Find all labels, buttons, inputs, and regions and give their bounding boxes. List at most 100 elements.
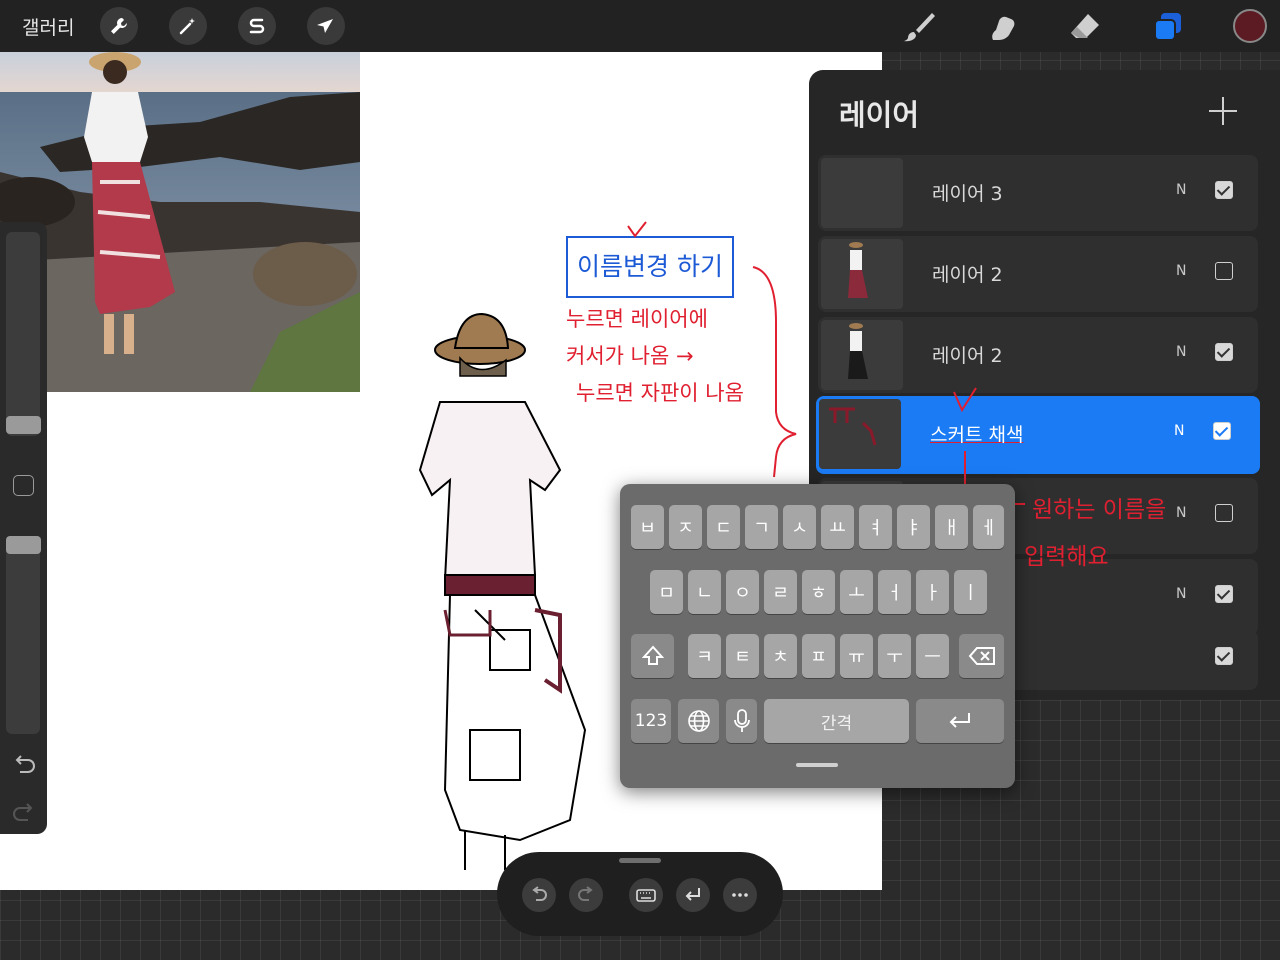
layers-title: 레이어	[839, 98, 920, 132]
key[interactable]: ㅏ	[916, 570, 949, 614]
redo-icon[interactable]	[12, 802, 36, 824]
key[interactable]: ㄷ	[707, 505, 740, 549]
keyboard-icon	[636, 889, 656, 902]
space-key[interactable]: 간격	[764, 699, 909, 743]
blend-mode-button[interactable]: N	[1174, 423, 1184, 439]
top-toolbar: 갤러리	[0, 0, 1280, 52]
selection-s-icon[interactable]	[238, 7, 276, 45]
brush-size-slider[interactable]	[6, 232, 40, 436]
key[interactable]: ㅛ	[821, 505, 854, 549]
left-sidebar	[0, 222, 47, 834]
redo-button[interactable]	[569, 878, 603, 912]
key[interactable]: ㅌ	[726, 634, 759, 678]
layer-visibility-checkbox[interactable]	[1215, 585, 1233, 603]
keyboard-toggle-button[interactable]	[629, 878, 663, 912]
layer-visibility-checkbox[interactable]	[1215, 343, 1233, 361]
layers-icon[interactable]	[1151, 10, 1185, 44]
annotation-line: 누르면 레이어에	[566, 307, 708, 331]
backspace-icon	[968, 647, 995, 665]
toolbar-grip[interactable]	[619, 858, 661, 863]
layer-thumbnail	[821, 158, 903, 228]
key[interactable]: ㅊ	[764, 634, 797, 678]
opacity-slider[interactable]	[6, 536, 40, 734]
key[interactable]: ㄱ	[745, 505, 778, 549]
layer-row[interactable]: 레이어 3 N	[818, 155, 1258, 231]
transform-arrow-icon[interactable]	[307, 7, 345, 45]
annotation-line: 누르면 자판이 나옴	[576, 381, 744, 405]
key[interactable]: ㅡ	[916, 634, 949, 678]
layer-name[interactable]: 레이어 2	[932, 260, 1003, 287]
shift-icon	[641, 645, 664, 665]
undo-icon[interactable]	[12, 754, 36, 776]
undo-icon	[532, 886, 547, 901]
key[interactable]: ㅜ	[878, 634, 911, 678]
layer-visibility-checkbox[interactable]	[1215, 647, 1233, 665]
key[interactable]: ㅣ	[954, 570, 987, 614]
blend-mode-button[interactable]: N	[1176, 586, 1186, 602]
blend-mode-button[interactable]: N	[1176, 263, 1186, 279]
annotation-note: 원하는 이름을	[1032, 497, 1167, 523]
key[interactable]: ㅐ	[935, 505, 968, 549]
key[interactable]: ㅂ	[631, 505, 664, 549]
return-button[interactable]	[676, 878, 710, 912]
globe-key[interactable]	[678, 699, 719, 743]
korean-keyboard: ㅂ ㅈ ㄷ ㄱ ㅅ ㅛ ㅕ ㅑ ㅐ ㅔ ㅁ ㄴ ㅇ ㄹ ㅎ ㅗ ㅓ ㅏ ㅣ ㅋ …	[620, 484, 1015, 788]
reference-photo	[0, 52, 360, 392]
key[interactable]: ㅓ	[878, 570, 911, 614]
more-options-button[interactable]	[723, 878, 757, 912]
key[interactable]: ㅍ	[802, 634, 835, 678]
layer-visibility-checkbox[interactable]	[1215, 504, 1233, 522]
blend-mode-button[interactable]: N	[1176, 182, 1186, 198]
globe-icon	[687, 710, 710, 732]
key[interactable]: ㅎ	[802, 570, 835, 614]
key[interactable]: ㄴ	[688, 570, 721, 614]
undo-button[interactable]	[522, 878, 556, 912]
layer-row[interactable]: 레이어 2 N	[818, 236, 1258, 312]
key[interactable]: ㅈ	[669, 505, 702, 549]
key[interactable]: ㅁ	[650, 570, 683, 614]
dictation-key[interactable]	[726, 699, 757, 743]
modify-button[interactable]	[13, 475, 34, 496]
annotation-note: 입력해요	[1024, 544, 1109, 570]
redo-icon	[578, 886, 593, 901]
layer-name[interactable]: 레이어 3	[932, 179, 1003, 206]
key[interactable]: ㅔ	[973, 505, 1004, 549]
add-layer-button[interactable]	[1209, 97, 1237, 125]
magic-wand-icon[interactable]	[169, 7, 207, 45]
brush-size-handle[interactable]	[6, 416, 41, 434]
color-picker-button[interactable]	[1233, 9, 1267, 43]
key[interactable]: ㅋ	[688, 634, 721, 678]
eraser-icon[interactable]	[1068, 10, 1102, 44]
annotation-title: 이름변경 하기	[577, 252, 723, 281]
blend-mode-button[interactable]: N	[1176, 344, 1186, 360]
return-icon	[685, 888, 700, 901]
return-icon	[949, 713, 970, 728]
backspace-key[interactable]	[959, 634, 1004, 678]
key[interactable]: ㅑ	[897, 505, 930, 549]
numbers-key[interactable]: 123	[631, 699, 671, 743]
keyboard-drag-handle[interactable]	[796, 763, 838, 767]
wrench-icon[interactable]	[100, 7, 138, 45]
annotation-line: 커서가 나옴 →	[566, 344, 694, 368]
key[interactable]: ㅠ	[840, 634, 873, 678]
layer-row[interactable]: 레이어 2 N	[818, 317, 1258, 393]
layer-visibility-checkbox[interactable]	[1213, 422, 1231, 440]
key[interactable]: ㅅ	[783, 505, 816, 549]
layer-visibility-checkbox[interactable]	[1215, 262, 1233, 280]
smudge-icon[interactable]	[985, 10, 1019, 44]
blend-mode-button[interactable]: N	[1176, 505, 1186, 521]
key[interactable]: ㅗ	[840, 570, 873, 614]
layer-visibility-checkbox[interactable]	[1215, 181, 1233, 199]
gallery-button[interactable]: 갤러리	[22, 13, 74, 40]
shift-key[interactable]	[631, 634, 674, 678]
return-key[interactable]	[916, 699, 1004, 743]
layer-name[interactable]: 레이어 2	[932, 341, 1003, 368]
opacity-handle[interactable]	[6, 536, 41, 554]
key[interactable]: ㅇ	[726, 570, 759, 614]
layer-row-active[interactable]: 스커트 채색 N	[816, 396, 1260, 474]
key[interactable]: ㄹ	[764, 570, 797, 614]
brush-icon[interactable]	[902, 10, 936, 44]
key[interactable]: ㅕ	[859, 505, 892, 549]
microphone-icon	[733, 709, 750, 732]
layer-thumbnail	[821, 239, 903, 309]
